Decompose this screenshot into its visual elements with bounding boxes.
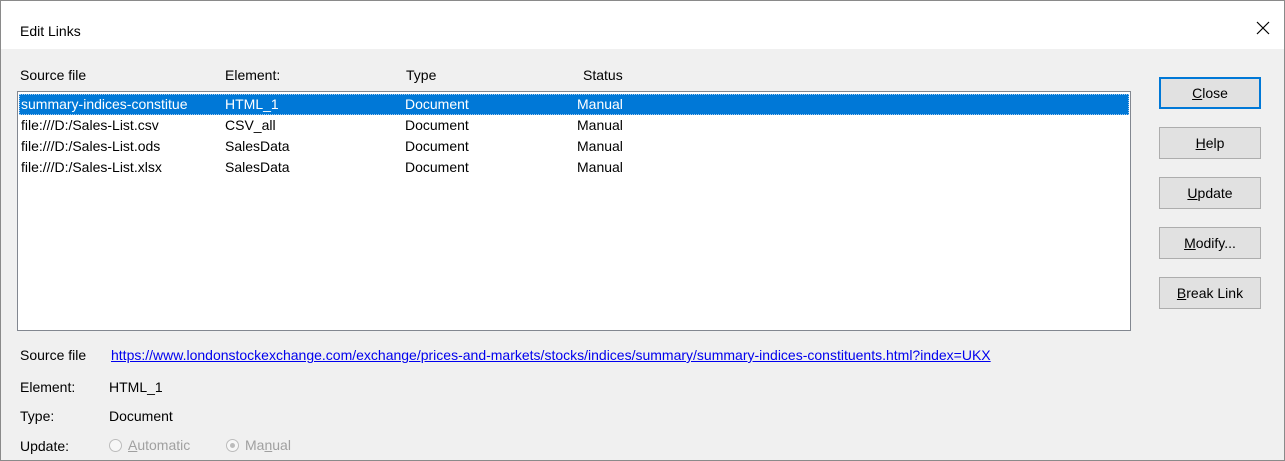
modify-button[interactable]: Modify... [1159, 227, 1261, 259]
automatic-radio-label: Automatic [128, 437, 190, 453]
help-button[interactable]: Help [1159, 127, 1261, 159]
type-label: Type: [20, 408, 55, 424]
update-mnemonic: U [1187, 185, 1198, 201]
column-header-status: Status [583, 67, 623, 83]
link-element: SalesData [225, 159, 290, 175]
link-row[interactable]: summary-indices-constitue HTML_1 Documen… [19, 94, 1129, 115]
modify-button-label: Modify... [1184, 235, 1236, 251]
source-file-link[interactable]: https://www.londonstockexchange.com/exch… [111, 347, 991, 363]
link-source: file:///D:/Sales-List.xlsx [21, 159, 162, 175]
link-source: summary-indices-constitue [21, 96, 188, 112]
link-status: Manual [577, 117, 623, 133]
modify-mnemonic: M [1184, 235, 1196, 251]
link-source: file:///D:/Sales-List.ods [21, 138, 161, 154]
source-file-label: Source file [20, 347, 87, 363]
element-value: HTML_1 [109, 379, 163, 395]
break-link-button[interactable]: Break Link [1159, 277, 1261, 309]
close-button[interactable]: Close [1159, 77, 1261, 109]
close-mnemonic: C [1192, 85, 1203, 101]
update-label: Update: [20, 438, 70, 454]
break-link-label-rest: reak Link [1186, 285, 1244, 301]
link-element: HTML_1 [225, 96, 279, 112]
help-button-label: Help [1196, 135, 1225, 151]
link-source: file:///D:/Sales-List.csv [21, 117, 159, 133]
link-status: Manual [577, 159, 623, 175]
automatic-radio[interactable]: Automatic [109, 437, 190, 453]
link-element: CSV_all [225, 117, 276, 133]
title-bar: Edit Links [1, 1, 1284, 49]
link-status: Manual [577, 138, 623, 154]
column-header-type: Type [406, 67, 437, 83]
element-label: Element: [20, 379, 76, 395]
link-row[interactable]: file:///D:/Sales-List.ods SalesData Docu… [19, 136, 1129, 157]
automatic-label-rest: utomatic [137, 437, 191, 453]
dialog-title: Edit Links [20, 23, 81, 39]
link-type: Document [405, 96, 469, 112]
type-value: Document [109, 408, 173, 424]
update-button[interactable]: Update [1159, 177, 1261, 209]
help-mnemonic: H [1195, 135, 1206, 151]
column-header-source: Source file [20, 67, 87, 83]
link-row[interactable]: file:///D:/Sales-List.xlsx SalesData Doc… [19, 157, 1129, 178]
modify-label-rest: odify... [1195, 235, 1236, 251]
edit-links-dialog: Edit Links Source file Element: Type Sta… [0, 0, 1285, 461]
close-button-label: Close [1192, 85, 1228, 101]
update-label-rest: pdate [1197, 185, 1233, 201]
manual-radio[interactable]: Manual [226, 437, 291, 453]
break-link-button-label: Break Link [1177, 285, 1243, 301]
manual-label-after: ual [272, 437, 291, 453]
manual-radio-label: Manual [245, 437, 291, 453]
close-label-rest: lose [1202, 85, 1228, 101]
break-link-mnemonic: B [1176, 285, 1187, 301]
manual-radio-circle[interactable] [226, 438, 239, 452]
update-button-label: Update [1187, 185, 1232, 201]
column-header-element: Element: [225, 67, 281, 83]
link-type: Document [405, 159, 469, 175]
link-element: SalesData [225, 138, 290, 154]
manual-label-before: Ma [245, 437, 265, 453]
link-status: Manual [577, 96, 623, 112]
automatic-radio-circle[interactable] [109, 438, 122, 452]
links-list[interactable]: summary-indices-constitue HTML_1 Documen… [17, 91, 1131, 331]
link-row[interactable]: file:///D:/Sales-List.csv CSV_all Docume… [19, 115, 1129, 136]
close-window-icon[interactable] [1250, 15, 1276, 41]
link-type: Document [405, 138, 469, 154]
automatic-mnemonic: A [128, 437, 138, 453]
help-label-rest: elp [1205, 135, 1225, 151]
link-type: Document [405, 117, 469, 133]
